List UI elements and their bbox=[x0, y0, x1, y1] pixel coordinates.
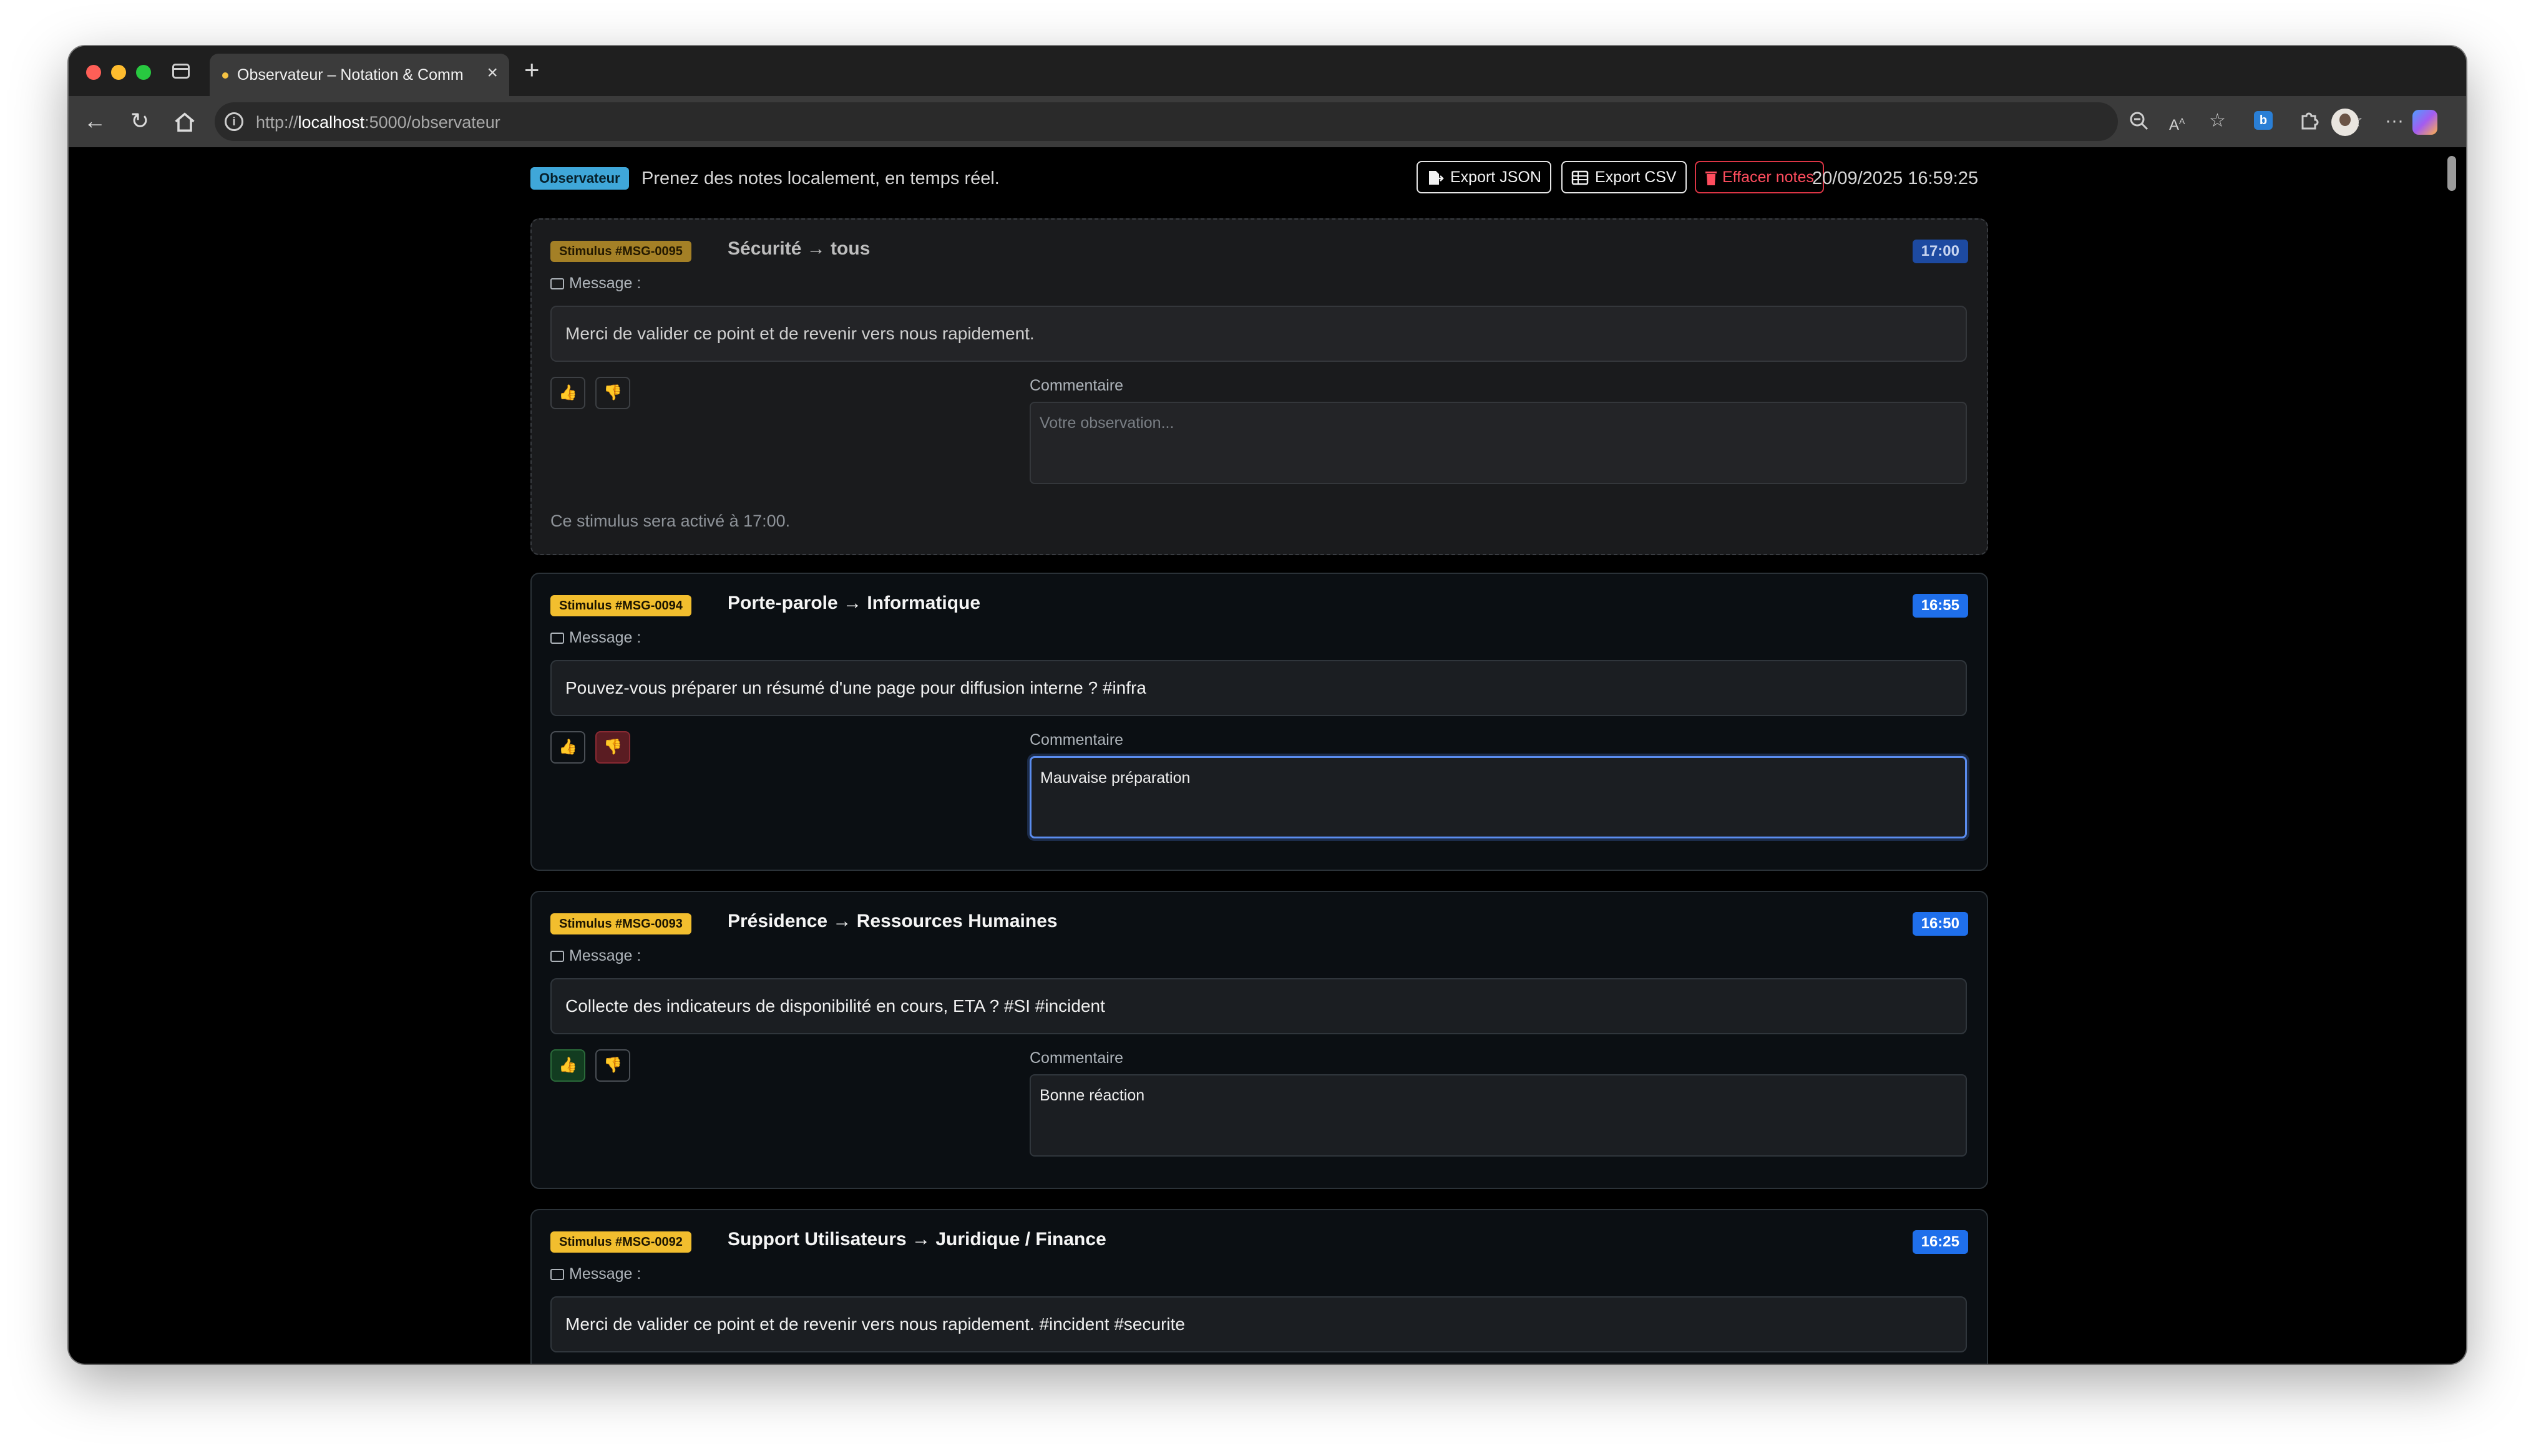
tab-title: Observateur – Notation & Comm bbox=[237, 66, 464, 84]
thumbs-down-button[interactable]: 👎 bbox=[595, 377, 630, 409]
message-icon bbox=[550, 278, 564, 290]
message-text: Pouvez-vous préparer un résumé d'une pag… bbox=[550, 660, 1967, 716]
tab-bar: Observateur – Notation & Comm × + bbox=[69, 46, 2466, 96]
stimulus-title: Support Utilisateurs → Juridique / Finan… bbox=[728, 1229, 1106, 1250]
maximize-window-button[interactable] bbox=[136, 65, 151, 80]
message-label: Message : bbox=[550, 274, 641, 293]
address-bar[interactable]: i http://localhost:5000/observateur bbox=[215, 102, 2118, 141]
info-icon[interactable]: i bbox=[225, 112, 243, 131]
profile-avatar[interactable] bbox=[2331, 109, 2359, 136]
stimulus-time-badge: 16:50 bbox=[1912, 912, 1968, 936]
table-icon bbox=[1571, 170, 1589, 185]
url-text[interactable]: http://localhost:5000/observateur bbox=[256, 113, 500, 132]
extension-icon[interactable]: b bbox=[2254, 111, 2273, 130]
tab-favicon-icon bbox=[222, 72, 228, 79]
reload-icon[interactable]: ↻ bbox=[127, 109, 152, 133]
comment-textarea[interactable]: Votre observation... bbox=[1030, 402, 1967, 484]
stimulus-time-badge: 16:25 bbox=[1912, 1230, 1968, 1254]
stimulus-time-badge: 16:55 bbox=[1912, 594, 1968, 618]
home-icon[interactable] bbox=[172, 110, 197, 135]
page-scrollbar[interactable] bbox=[2447, 156, 2456, 191]
stimulus-id-badge: Stimulus #MSG-0093 bbox=[550, 913, 691, 934]
stimulus-id-badge: Stimulus #MSG-0095 bbox=[550, 241, 691, 262]
activation-note: Ce stimulus sera activé à 17:00. bbox=[550, 512, 791, 530]
stimulus-id-badge: Stimulus #MSG-0092 bbox=[550, 1231, 691, 1253]
browser-toolbar: ← ↻ i http://localhost:5000/observateur … bbox=[69, 96, 2466, 147]
message-label: Message : bbox=[550, 629, 641, 647]
zoom-icon[interactable] bbox=[2128, 107, 2150, 135]
observer-header: Observateur Prenez des notes localement,… bbox=[530, 161, 1988, 196]
clear-notes-button[interactable]: Effacer notes bbox=[1695, 161, 1824, 193]
thumbs-down-button[interactable]: 👎 bbox=[595, 1049, 630, 1082]
stimulus-card: Stimulus #MSG-0095 Sécurité → tous 17:00… bbox=[530, 218, 1988, 555]
back-icon[interactable]: ← bbox=[82, 109, 107, 133]
stimulus-card: Stimulus #MSG-0093 Présidence → Ressourc… bbox=[530, 891, 1988, 1189]
thumbs-up-button[interactable]: 👍 bbox=[550, 731, 585, 764]
message-label: Message : bbox=[550, 947, 641, 965]
stimulus-title: Porte-parole → Informatique bbox=[728, 593, 981, 613]
export-csv-button[interactable]: Export CSV bbox=[1561, 161, 1687, 193]
comment-textarea[interactable]: Bonne réaction bbox=[1030, 1074, 1967, 1157]
stimulus-card: Stimulus #MSG-0092 Support Utilisateurs … bbox=[530, 1209, 1988, 1364]
comment-textarea[interactable]: Mauvaise préparation bbox=[1030, 756, 1967, 838]
comment-label: Commentaire bbox=[1030, 377, 1124, 394]
read-aloud-icon[interactable]: AA bbox=[2169, 107, 2185, 135]
message-label: Message : bbox=[550, 1265, 641, 1283]
file-export-icon bbox=[1429, 171, 1444, 185]
comment-label: Commentaire bbox=[1030, 731, 1124, 749]
new-tab-button[interactable]: + bbox=[524, 55, 540, 85]
comment-label: Commentaire bbox=[1030, 1049, 1124, 1067]
message-text: Merci de valider ce point et de revenir … bbox=[550, 306, 1967, 362]
export-json-button[interactable]: Export JSON bbox=[1417, 161, 1551, 193]
close-window-button[interactable] bbox=[86, 65, 101, 80]
page-content: Observateur Prenez des notes localement,… bbox=[69, 147, 2466, 1364]
stimulus-card: Stimulus #MSG-0094 Porte-parole → Inform… bbox=[530, 573, 1988, 871]
stimulus-id-badge: Stimulus #MSG-0094 bbox=[550, 595, 691, 616]
message-icon bbox=[550, 633, 564, 644]
thumbs-up-button[interactable]: 👍 bbox=[550, 377, 585, 409]
message-icon bbox=[550, 951, 564, 963]
favorite-star-icon[interactable]: ☆ bbox=[2209, 107, 2226, 135]
browser-window: Observateur – Notation & Comm × + ← ↻ i … bbox=[69, 46, 2466, 1364]
stimulus-title: Sécurité → tous bbox=[728, 238, 871, 259]
browser-tab[interactable]: Observateur – Notation & Comm × bbox=[210, 54, 509, 96]
message-icon bbox=[550, 1269, 564, 1281]
stimulus-time-badge: 17:00 bbox=[1912, 240, 1968, 263]
puzzle-icon[interactable] bbox=[2298, 107, 2320, 135]
thumbs-down-button[interactable]: 👎 bbox=[595, 731, 630, 764]
thumbs-up-button[interactable]: 👍 bbox=[550, 1049, 585, 1082]
current-datetime: 20/09/2025 16:59:25 bbox=[1812, 168, 1979, 188]
more-icon[interactable]: ··· bbox=[2385, 107, 2404, 135]
role-badge: Observateur bbox=[530, 167, 629, 190]
copilot-icon[interactable] bbox=[2412, 110, 2437, 135]
page-subtitle: Prenez des notes localement, en temps ré… bbox=[641, 168, 1000, 188]
sidebar-toggle-icon[interactable] bbox=[172, 64, 190, 79]
message-text: Merci de valider ce point et de revenir … bbox=[550, 1296, 1967, 1352]
tab-close-icon[interactable]: × bbox=[487, 64, 498, 82]
stimulus-title: Présidence → Ressources Humaines bbox=[728, 911, 1058, 931]
message-text: Collecte des indicateurs de disponibilit… bbox=[550, 978, 1967, 1034]
trash-icon bbox=[1705, 172, 1717, 185]
minimize-window-button[interactable] bbox=[111, 65, 126, 80]
